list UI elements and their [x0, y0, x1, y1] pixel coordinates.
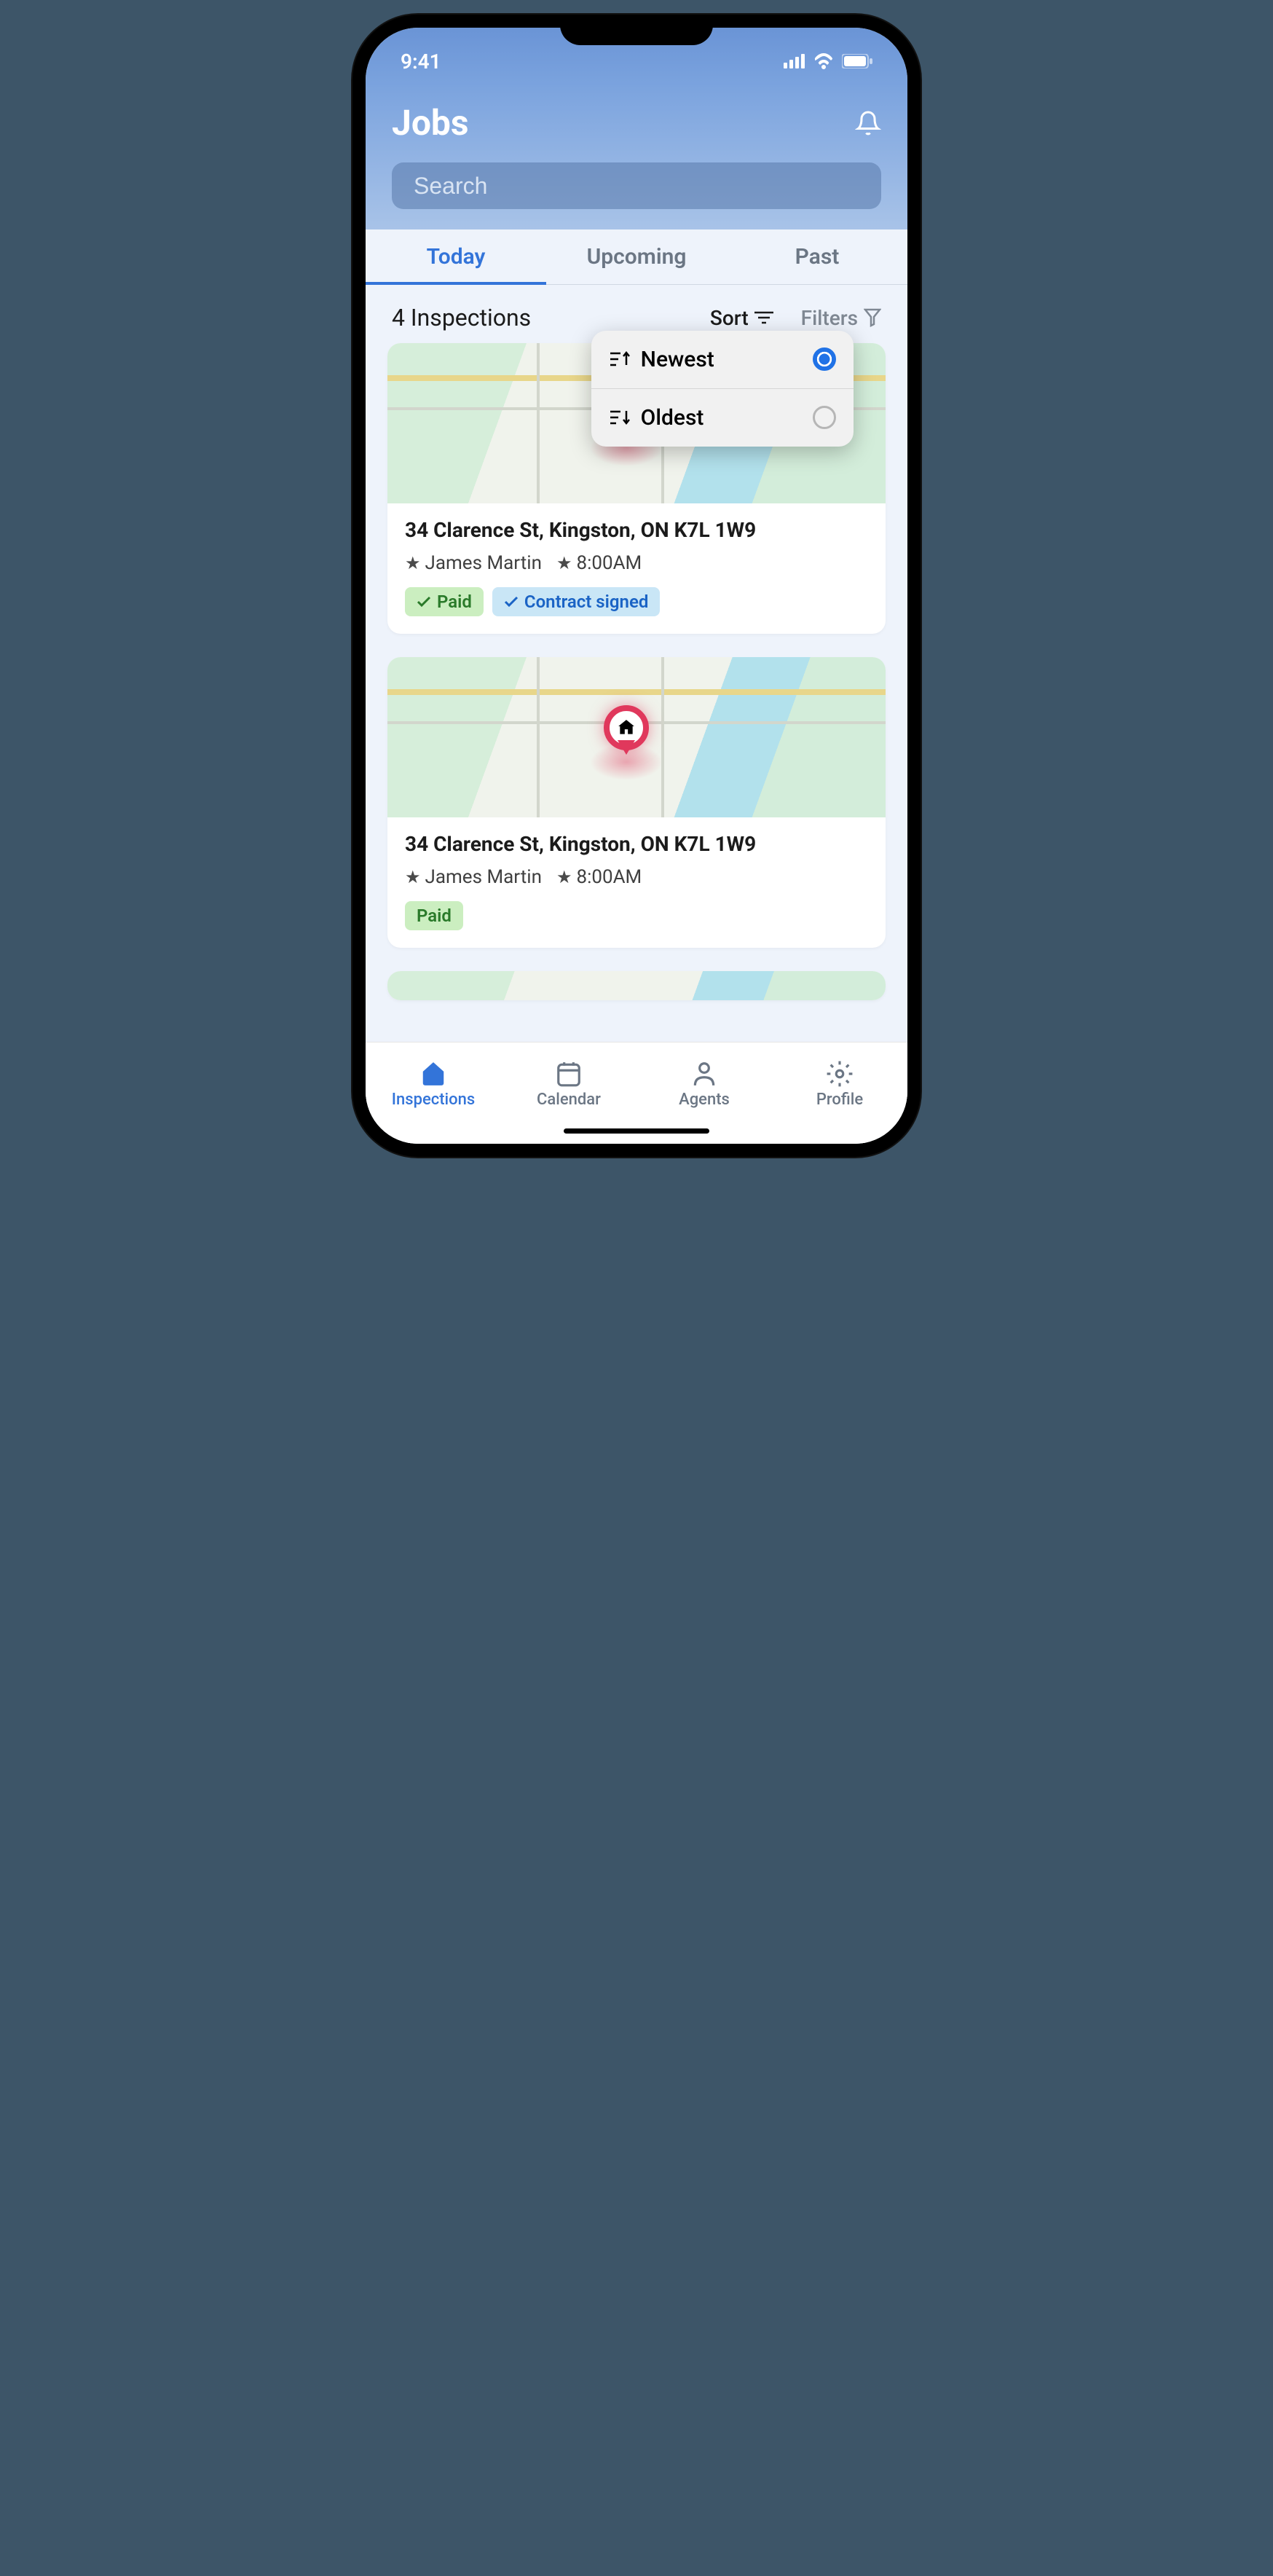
status-icons	[784, 53, 872, 69]
battery-icon	[842, 54, 872, 68]
agent-name: James Martin	[425, 866, 542, 888]
device-notch	[560, 15, 713, 45]
filter-button[interactable]: Filters	[801, 306, 881, 330]
sort-asc-icon	[609, 349, 634, 369]
tab-upcoming[interactable]: Upcoming	[546, 229, 727, 284]
star-icon: ★	[556, 553, 572, 573]
header: Jobs	[366, 86, 907, 229]
card-address: 34 Clarence St, Kingston, ON K7L 1W9	[405, 832, 868, 856]
sort-desc-icon	[609, 407, 634, 428]
sort-option-label: Newest	[641, 347, 805, 372]
map-preview	[387, 657, 886, 817]
home-indicator[interactable]	[564, 1128, 709, 1134]
card-address: 34 Clarence St, Kingston, ON K7L 1W9	[405, 518, 868, 542]
screen: 9:41 Jobs Today Upcoming Past	[366, 28, 907, 1144]
agent-name: James Martin	[425, 552, 542, 574]
check-icon	[504, 596, 519, 608]
sort-button[interactable]: Sort Newest Oldest	[710, 306, 773, 330]
tab-today[interactable]: Today	[366, 229, 546, 284]
tabs: Today Upcoming Past	[366, 229, 907, 285]
inspection-card[interactable]	[387, 971, 886, 1000]
check-icon	[417, 596, 431, 608]
card-meta: ★James Martin ★8:00AM	[405, 866, 868, 888]
map-pin-icon	[604, 705, 649, 750]
appointment-time: 8:00AM	[576, 866, 642, 888]
star-icon: ★	[556, 867, 572, 887]
nav-calendar[interactable]: Calendar	[501, 1042, 636, 1126]
radio-unchecked-icon	[813, 406, 836, 429]
status-badges: Paid	[405, 901, 868, 930]
status-badge-paid: Paid	[405, 587, 484, 616]
inspection-card[interactable]: 34 Clarence St, Kingston, ON K7L 1W9 ★Ja…	[387, 657, 886, 948]
star-icon: ★	[405, 553, 421, 573]
content-area: 4 Inspections Sort Newest	[366, 285, 907, 1144]
map-preview	[387, 971, 886, 1000]
search-input[interactable]	[392, 162, 881, 209]
star-icon: ★	[405, 867, 421, 887]
card-body: 34 Clarence St, Kingston, ON K7L 1W9 ★Ja…	[387, 503, 886, 634]
card-body: 34 Clarence St, Kingston, ON K7L 1W9 ★Ja…	[387, 817, 886, 948]
sort-icon	[754, 311, 773, 324]
sort-option-newest[interactable]: Newest	[591, 331, 854, 388]
nav-inspections[interactable]: Inspections	[366, 1042, 501, 1126]
nav-profile[interactable]: Profile	[772, 1042, 907, 1126]
card-meta: ★James Martin ★8:00AM	[405, 552, 868, 574]
page-title: Jobs	[392, 102, 469, 144]
sort-option-label: Oldest	[641, 405, 805, 431]
cellular-icon	[784, 54, 805, 68]
person-icon	[690, 1060, 719, 1088]
phone-frame: 9:41 Jobs Today Upcoming Past	[352, 15, 921, 1157]
wifi-icon	[813, 53, 835, 69]
calendar-icon	[554, 1060, 583, 1088]
list-header: 4 Inspections Sort Newest	[366, 299, 907, 343]
nav-agents[interactable]: Agents	[636, 1042, 772, 1126]
status-badge-signed: Contract signed	[492, 587, 660, 616]
sort-dropdown: Newest Oldest	[591, 331, 854, 447]
gear-icon	[825, 1060, 854, 1088]
filter-icon	[864, 308, 881, 327]
filter-label: Filters	[801, 306, 858, 330]
sort-label: Sort	[710, 306, 749, 330]
status-badge-paid: Paid	[405, 901, 463, 930]
house-icon	[419, 1060, 448, 1088]
appointment-time: 8:00AM	[576, 552, 642, 574]
radio-checked-icon	[813, 347, 836, 371]
status-time: 9:41	[401, 50, 441, 74]
tab-past[interactable]: Past	[727, 229, 907, 284]
bell-icon[interactable]	[855, 109, 881, 138]
status-badges: Paid Contract signed	[405, 587, 868, 616]
sort-option-oldest[interactable]: Oldest	[591, 388, 854, 447]
inspection-count: 4 Inspections	[392, 304, 695, 331]
